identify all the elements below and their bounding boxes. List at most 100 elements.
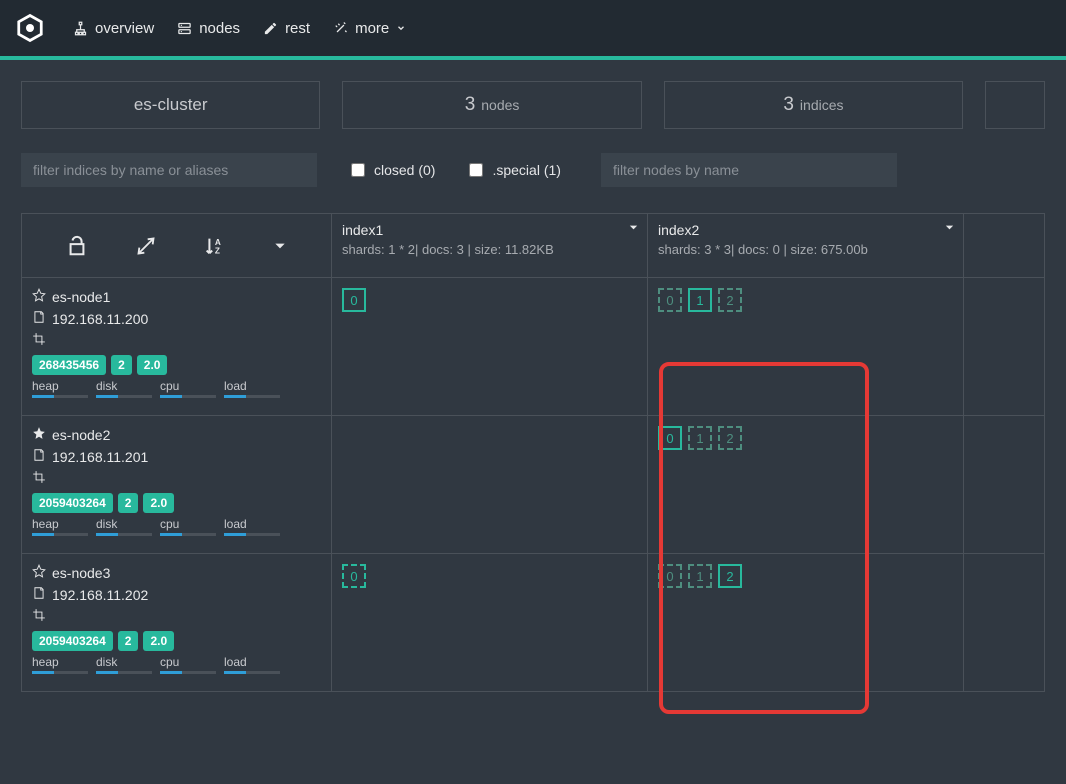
node-tools-header: AZ xyxy=(22,214,332,278)
shard-cell xyxy=(332,416,648,554)
filter-indices-input[interactable] xyxy=(21,153,317,187)
shard-box[interactable]: 1 xyxy=(688,564,712,588)
empty-cell xyxy=(964,416,1045,554)
crop-icon xyxy=(32,608,46,625)
crop-icon xyxy=(32,332,46,349)
metric-disk: disk xyxy=(96,379,152,398)
shard-row: 0 xyxy=(342,564,637,588)
indices-count-box[interactable]: 3 indices xyxy=(664,81,963,129)
node-ip: 192.168.11.200 xyxy=(52,311,148,327)
nav-nodes-label: nodes xyxy=(199,20,240,37)
special-checkbox-input[interactable] xyxy=(469,163,483,177)
stats-row: es-cluster 3 nodes 3 indices xyxy=(21,81,1045,129)
shard-box[interactable]: 1 xyxy=(688,288,712,312)
disk-icon xyxy=(32,448,46,465)
magic-icon xyxy=(332,20,348,36)
navbar: overview nodes rest more xyxy=(0,0,1066,56)
indices-count: 3 xyxy=(783,94,794,116)
empty-cell xyxy=(964,554,1045,692)
nav-more-label: more xyxy=(355,20,389,37)
closed-checkbox-input[interactable] xyxy=(351,163,365,177)
node-badge: 2059403264 xyxy=(32,631,113,651)
shard-grid-wrap: AZ index1 shards: 1 * 2| docs: 3 | size:… xyxy=(21,213,1045,692)
node-metrics: heapdiskcpuload xyxy=(32,655,321,674)
metric-load: load xyxy=(224,379,280,398)
crop-icon xyxy=(32,470,46,487)
shard-box[interactable]: 0 xyxy=(658,426,682,450)
metric-disk: disk xyxy=(96,517,152,536)
node-badge: 2.0 xyxy=(143,631,174,651)
special-checkbox[interactable]: .special (1) xyxy=(469,162,560,178)
node-row: es-node1 192.168.11.200 26843545622.0 heapd… xyxy=(22,278,1045,416)
shard-row: 0 xyxy=(342,288,637,312)
nav-nodes[interactable]: nodes xyxy=(176,20,240,37)
node-badge: 2 xyxy=(118,631,139,651)
closed-checkbox[interactable]: closed (0) xyxy=(351,162,435,178)
hexagon-logo-icon xyxy=(15,13,45,43)
node-badge: 2.0 xyxy=(137,355,168,375)
metric-cpu: cpu xyxy=(160,517,216,536)
index-menu-caret-icon[interactable] xyxy=(628,220,639,236)
index-header-1: index1 shards: 1 * 2| docs: 3 | size: 11… xyxy=(332,214,648,278)
closed-checkbox-label: closed (0) xyxy=(374,162,435,178)
filter-nodes-input[interactable] xyxy=(601,153,897,187)
metric-cpu: cpu xyxy=(160,379,216,398)
nodes-count-label: nodes xyxy=(481,97,519,113)
nodes-count-box[interactable]: 3 nodes xyxy=(342,81,641,129)
metric-disk: disk xyxy=(96,655,152,674)
node-name: es-node2 xyxy=(52,427,110,443)
options-caret-icon[interactable] xyxy=(273,239,287,253)
expand-icon[interactable] xyxy=(136,236,156,256)
node-badges: 26843545622.0 xyxy=(32,355,321,375)
shard-box[interactable]: 0 xyxy=(658,564,682,588)
nav-rest[interactable]: rest xyxy=(262,20,310,37)
shard-box[interactable]: 2 xyxy=(718,426,742,450)
sort-az-icon[interactable]: AZ xyxy=(203,235,225,257)
special-checkbox-label: .special (1) xyxy=(492,162,560,178)
shard-row: 012 xyxy=(658,426,953,450)
server-icon xyxy=(176,20,192,36)
filters-row: closed (0) .special (1) xyxy=(21,153,1045,187)
shard-row: 012 xyxy=(658,288,953,312)
shard-cell: 012 xyxy=(648,554,964,692)
metric-heap: heap xyxy=(32,517,88,536)
index-header-2: index2 shards: 3 * 3| docs: 0 | size: 67… xyxy=(648,214,964,278)
shard-cell: 0 xyxy=(332,554,648,692)
index-menu-caret-icon[interactable] xyxy=(944,220,955,236)
node-badge: 2 xyxy=(111,355,132,375)
shard-box[interactable]: 0 xyxy=(342,288,366,312)
index-name: index2 xyxy=(658,222,953,238)
nav-more[interactable]: more xyxy=(332,20,406,37)
shard-box[interactable]: 1 xyxy=(688,426,712,450)
nav-overview[interactable]: overview xyxy=(72,20,154,37)
metric-heap: heap xyxy=(32,655,88,674)
node-badge: 2.0 xyxy=(143,493,174,513)
node-badge: 2 xyxy=(118,493,139,513)
node-cell: es-node3192.168.11.202205940326422.0heap… xyxy=(22,554,332,692)
index-name: index1 xyxy=(342,222,637,238)
node-badges: 205940326422.0 xyxy=(32,631,321,651)
node-row: es-node3192.168.11.202205940326422.0heap… xyxy=(22,554,1045,692)
shard-grid: AZ index1 shards: 1 * 2| docs: 3 | size:… xyxy=(21,213,1045,692)
nav-rest-label: rest xyxy=(285,20,310,37)
shard-row: 012 xyxy=(658,564,953,588)
shard-box[interactable]: 0 xyxy=(342,564,366,588)
metric-load: load xyxy=(224,655,280,674)
star-icon xyxy=(32,288,46,305)
shard-box[interactable]: 2 xyxy=(718,564,742,588)
app-logo xyxy=(14,12,46,44)
node-row: es-node2192.168.11.201205940326422.0heap… xyxy=(22,416,1045,554)
shard-cell: 0 xyxy=(332,278,648,416)
cluster-name: es-cluster xyxy=(134,95,208,115)
cluster-name-box[interactable]: es-cluster xyxy=(21,81,320,129)
chevron-down-icon xyxy=(396,20,406,37)
shard-box[interactable]: 0 xyxy=(658,288,682,312)
node-name: es-node1 xyxy=(52,289,110,305)
index-stats: shards: 1 * 2| docs: 3 | size: 11.82KB xyxy=(342,242,637,257)
disk-icon xyxy=(32,310,46,327)
unlock-icon[interactable] xyxy=(66,235,88,257)
disk-icon xyxy=(32,586,46,603)
svg-text:Z: Z xyxy=(215,246,220,255)
shard-box[interactable]: 2 xyxy=(718,288,742,312)
metric-heap: heap xyxy=(32,379,88,398)
